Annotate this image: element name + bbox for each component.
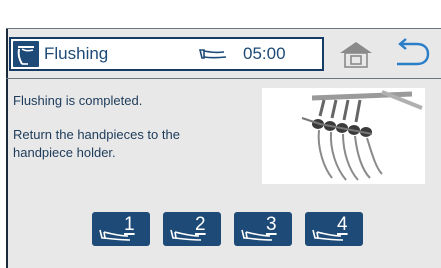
instruction-message: Return the handpieces to the handpiece h… [13, 127, 180, 160]
handpiece-3-button[interactable]: 3 [234, 212, 292, 246]
handpiece-holder-photo [262, 88, 425, 184]
handpiece-icon [312, 229, 344, 241]
frame-left-border [6, 28, 8, 268]
flushing-screen: Flushing 05:00 Flushing is completed. Re… [0, 0, 441, 268]
handpiece-icon [99, 229, 131, 241]
completion-message: Flushing is completed. [13, 93, 143, 108]
frame-top-divider [6, 28, 441, 29]
flush-timer-value: 05:00 [243, 44, 286, 63]
handpiece-4-label: 4 [337, 214, 348, 235]
title-bar: Flushing 05:00 [9, 37, 324, 71]
page-title: Flushing [44, 44, 109, 63]
handpiece-icon [170, 229, 202, 241]
home-icon [340, 42, 372, 68]
handpiece-1-label: 1 [124, 214, 135, 235]
handpiece-icon [241, 229, 273, 241]
flushing-handpiece-icon [13, 41, 39, 67]
handpiece-timer-icon [198, 46, 230, 64]
frame-header-divider [6, 78, 441, 79]
handpiece-2-label: 2 [195, 214, 206, 235]
handpiece-3-label: 3 [266, 214, 277, 235]
home-button[interactable] [332, 36, 380, 72]
back-arrow-icon [397, 38, 430, 66]
back-button[interactable] [387, 36, 433, 72]
handpiece-2-button[interactable]: 2 [163, 212, 221, 246]
handpiece-1-button[interactable]: 1 [92, 212, 150, 246]
handpiece-4-button[interactable]: 4 [305, 212, 363, 246]
